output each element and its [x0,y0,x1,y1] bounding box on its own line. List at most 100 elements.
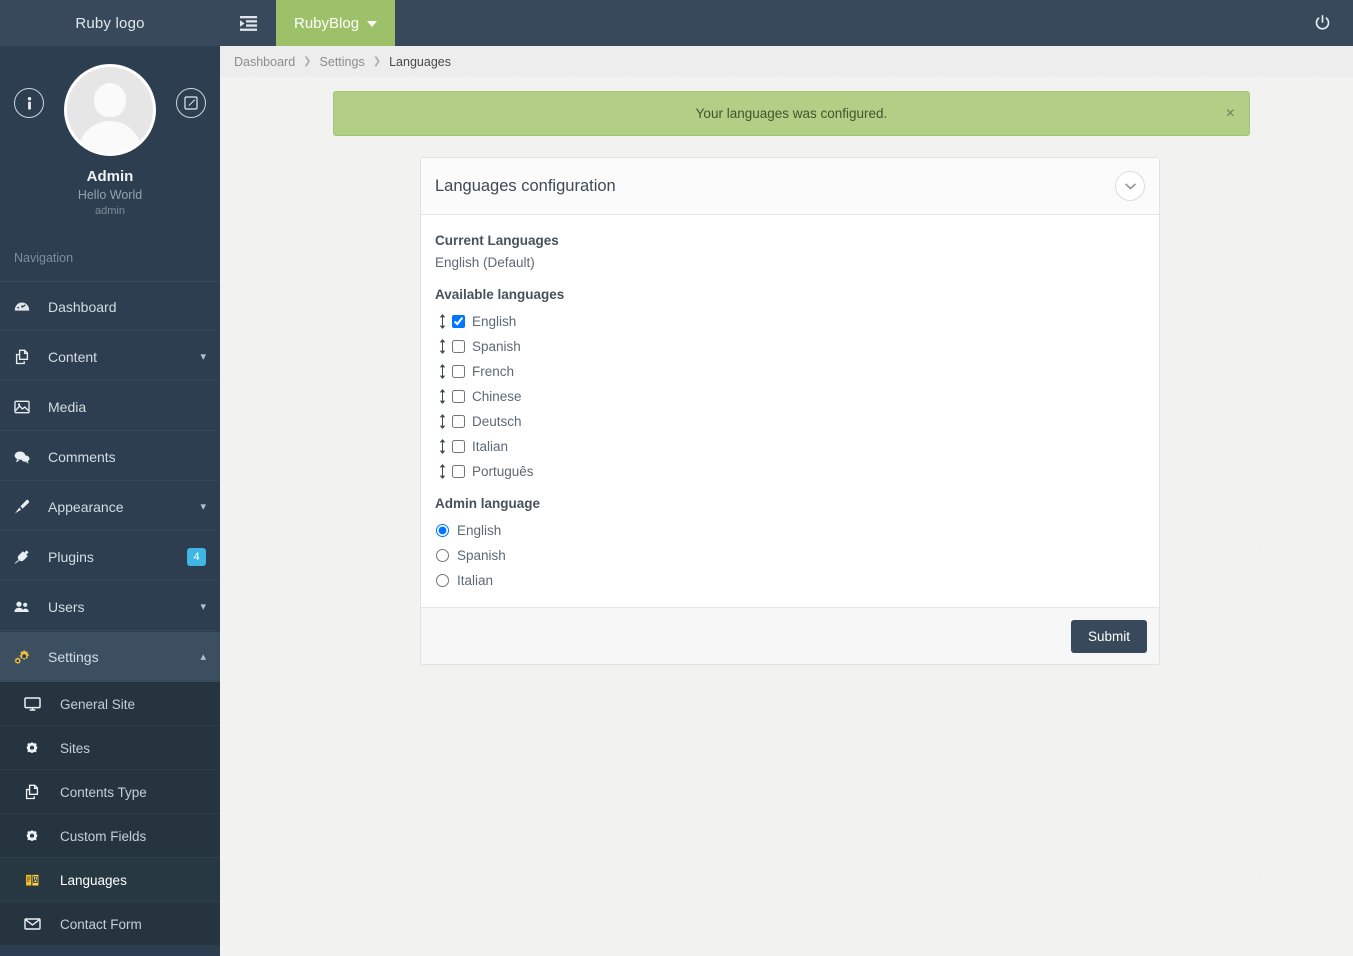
avatar-body [78,121,142,153]
languages-configuration-panel: Languages configuration Current Language… [420,157,1160,665]
language-checkbox[interactable] [452,340,465,353]
close-icon[interactable]: × [1226,105,1235,122]
sidebar-item-content[interactable]: Content ▾ [0,332,220,382]
language-label: English [472,314,517,329]
available-languages-label: Available languages [435,287,565,302]
chevron-down-icon: ▾ [200,501,206,513]
current-languages-value: English (Default) [435,255,535,270]
language-checkbox[interactable] [452,415,465,428]
content-icon [14,349,40,365]
profile-tagline: Hello World [77,188,143,202]
sidebar-item-dashboard[interactable]: Dashboard [0,282,220,332]
sidebar-subitem-label: Contact Form [60,916,142,932]
plug-icon [14,549,40,565]
sidebar-item-label: Dashboard [48,298,117,315]
success-alert: Your languages was configured. × [333,91,1250,136]
sidebar-item-comments[interactable]: Comments [0,432,220,482]
sidebar-item-label: Users [48,598,85,615]
chevron-down-icon[interactable] [1115,171,1145,201]
breadcrumb-item-dashboard[interactable]: Dashboard [234,55,295,69]
monitor-icon [24,697,52,711]
sidebar-subitem-label: General Site [60,696,136,712]
chevron-down-icon: ▾ [200,601,206,613]
available-language-row: Italian [435,434,1145,459]
sidebar-subitem-contents-type[interactable]: Contents Type [0,770,220,814]
available-language-row: French [435,359,1145,384]
sidebar-collapse-icon[interactable] [220,0,276,46]
language-checkbox[interactable] [452,390,465,403]
available-language-row: Spanish [435,334,1145,359]
sidebar-item-settings[interactable]: Settings ▴ [0,632,220,682]
drag-handle-icon[interactable] [435,314,449,329]
panel-footer: Submit [421,607,1159,664]
language-label: Italian [472,439,509,454]
admin-language-radio[interactable] [436,574,449,587]
language-checkbox[interactable] [452,365,465,378]
admin-language-radio[interactable] [436,524,449,537]
drag-handle-icon[interactable] [435,464,449,479]
sidebar-subitem-label: Languages [60,872,127,888]
sidebar-subitem-contact-form[interactable]: Contact Form [0,902,220,946]
sidebar-subitem-general-site[interactable]: General Site [0,682,220,726]
available-language-row: Chinese [435,384,1145,409]
gear-icon [24,830,52,842]
admin-language-list: English Spanish Italian [435,518,1145,593]
admin-language-row: Spanish [435,543,1145,568]
comments-icon [14,450,40,464]
avatar-head [94,83,126,117]
gears-icon [14,649,40,664]
sidebar-item-media[interactable]: Media [0,382,220,432]
available-language-row: Deutsch [435,409,1145,434]
admin-language-radio[interactable] [436,549,449,562]
site-dropdown-label: RubyBlog [294,14,360,32]
drag-handle-icon[interactable] [435,389,449,404]
available-languages-list: English Spanish French Chinese Deutsch Italia… [435,309,1145,484]
language-checkbox[interactable] [452,440,465,453]
language-label: Spanish [472,339,521,354]
dashboard-icon [14,301,40,313]
panel-header: Languages configuration [421,158,1159,215]
sidebar-subitem-label: Custom Fields [60,828,147,844]
gear-icon [24,742,52,754]
sidebar-subitem-label: Sites [60,740,91,756]
breadcrumb-separator: ❯ [303,56,312,67]
sidebar-subitem-languages[interactable]: Languages [0,858,220,902]
sidebar-item-label: Appearance [48,498,124,515]
language-label: French [472,364,515,379]
admin-language-row: Italian [435,568,1145,593]
nav-heading: Navigation [0,233,220,282]
sidebar-item-plugins[interactable]: Plugins 4 [0,532,220,582]
drag-handle-icon[interactable] [435,414,449,429]
drag-handle-icon[interactable] [435,364,449,379]
avatar [64,64,156,156]
chevron-down-icon [367,21,378,27]
drag-handle-icon[interactable] [435,439,449,454]
power-icon[interactable] [1291,0,1353,46]
language-checkbox[interactable] [452,315,465,328]
language-label: Chinese [472,389,522,404]
site-dropdown-button[interactable]: RubyBlog [276,0,396,46]
sidebar-item-label: Media [48,398,87,415]
sidebar-item-appearance[interactable]: Appearance ▾ [0,482,220,532]
sidebar-subitem-label: Contents Type [60,784,147,800]
admin-language-label-text: Spanish [457,548,506,563]
language-checkbox[interactable] [452,465,465,478]
sidebar-item-label: Plugins [48,548,94,565]
info-icon[interactable] [14,88,44,118]
sidebar-item-label: Settings [48,648,99,665]
breadcrumb-item-settings[interactable]: Settings [320,55,365,69]
sidebar-item-users[interactable]: Users ▾ [0,582,220,632]
brand-logo: Ruby logo [75,14,145,32]
sidebar-subitem-sites[interactable]: Sites [0,726,220,770]
submit-button[interactable]: Submit [1070,619,1147,653]
panel-body: Current Languages English (Default) Avai… [421,215,1159,607]
admin-language-row: English [435,518,1145,543]
edit-pencil-icon[interactable] [176,88,206,118]
drag-handle-icon[interactable] [435,339,449,354]
nav-list: Dashboard Content ▾ Media Comments Appear… [0,282,220,682]
breadcrumb-item-languages: Languages [389,54,451,69]
sidebar-subitem-custom-fields[interactable]: Custom Fields [0,814,220,858]
settings-submenu: General Site Sites Contents Type Custom … [0,682,220,946]
admin-language-label: Admin language [435,496,541,511]
